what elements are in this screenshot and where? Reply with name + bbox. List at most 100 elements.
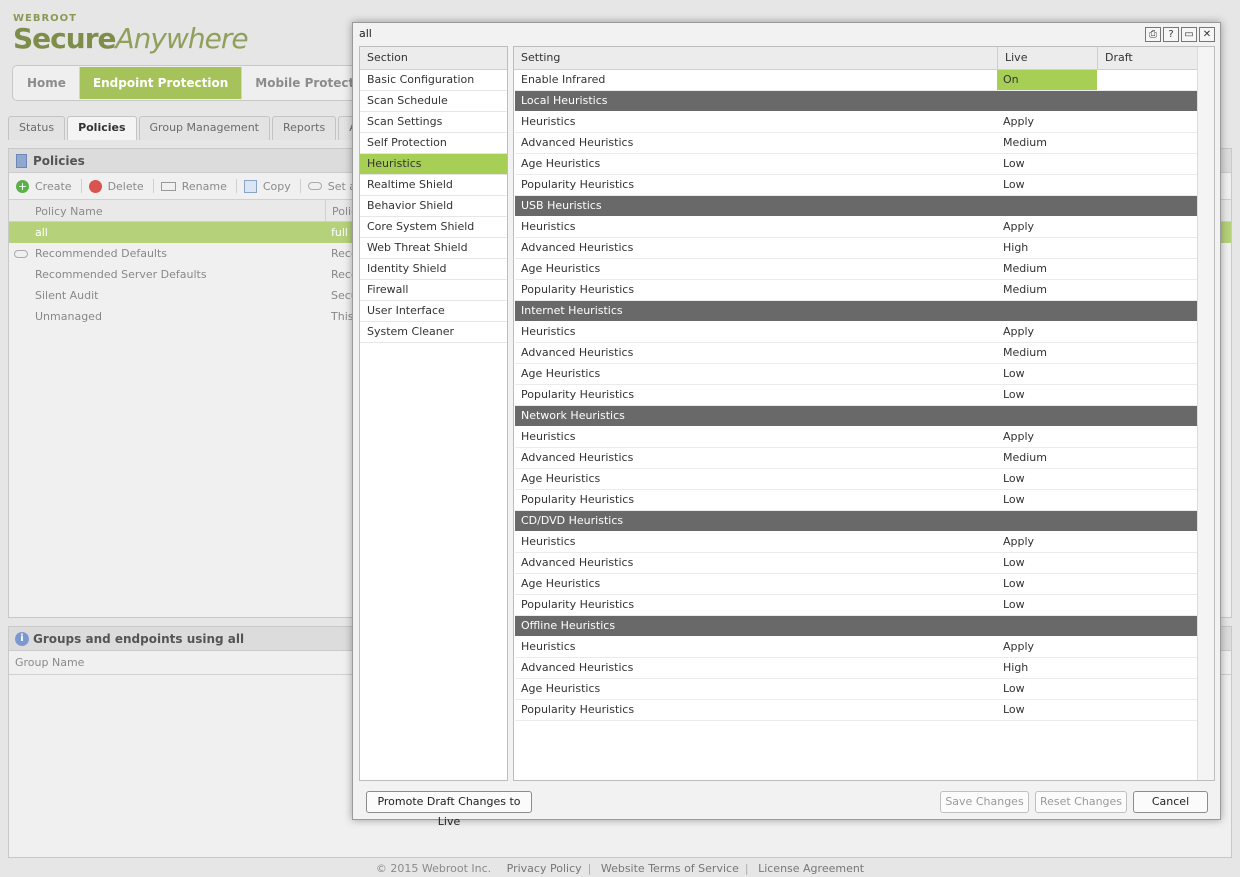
sidebar-item-core-system-shield[interactable]: Core System Shield: [360, 217, 507, 238]
column-setting[interactable]: Setting: [514, 47, 997, 69]
table-row[interactable]: Popularity Heuristics Low: [515, 490, 1197, 511]
table-row[interactable]: Advanced Heuristics Medium: [515, 448, 1197, 469]
help-icon[interactable]: ?: [1163, 27, 1179, 42]
setting-name: Popularity Heuristics: [521, 178, 635, 191]
setting-live-value[interactable]: Low: [997, 469, 1097, 489]
setting-live-value[interactable]: Medium: [997, 280, 1097, 300]
setting-live-value[interactable]: Low: [997, 154, 1097, 174]
setting-live-value[interactable]: Apply advanced...: [997, 112, 1097, 148]
table-row[interactable]: Popularity Heuristics Low: [515, 595, 1197, 616]
setting-live-value[interactable]: Apply advanced...: [997, 217, 1097, 253]
column-live[interactable]: Live: [997, 47, 1097, 69]
setting-live-value[interactable]: Apply advanced...: [997, 637, 1097, 673]
setting-name: Advanced Heuristics: [521, 556, 634, 569]
setting-live-value[interactable]: Apply advanced...: [997, 532, 1097, 568]
settings-group-header: CD/DVD Heuristics: [515, 511, 1197, 532]
sidebar-item-firewall[interactable]: Firewall: [360, 280, 507, 301]
setting-name: Heuristics: [521, 640, 576, 653]
table-row[interactable]: Popularity Heuristics Low: [515, 700, 1197, 721]
sidebar-item-scan-settings[interactable]: Scan Settings: [360, 112, 507, 133]
settings-group-header: Network Heuristics: [515, 406, 1197, 427]
table-row[interactable]: Heuristics Apply advanced...: [515, 217, 1197, 253]
tab-policies[interactable]: Policies: [67, 116, 137, 140]
setting-live-value[interactable]: Medium: [997, 259, 1097, 279]
table-row[interactable]: Age Heuristics Low: [515, 574, 1197, 595]
promote-draft-button[interactable]: Promote Draft Changes to Live: [366, 791, 532, 828]
save-changes-button[interactable]: Save Changes: [940, 791, 1029, 813]
sidebar-item-user-interface[interactable]: User Interface: [360, 301, 507, 322]
table-row[interactable]: Age Heuristics Medium: [515, 259, 1197, 280]
setting-live-value[interactable]: Low: [997, 574, 1097, 594]
table-row[interactable]: Popularity Heuristics Low: [515, 385, 1197, 406]
table-row[interactable]: Age Heuristics Low: [515, 364, 1197, 385]
delete-button[interactable]: Delete: [87, 179, 154, 193]
table-row[interactable]: Advanced Heuristics Low: [515, 553, 1197, 574]
setting-live-value[interactable]: Low: [997, 553, 1097, 573]
setting-live-value[interactable]: Medium: [997, 133, 1097, 153]
setting-live-value[interactable]: Apply advanced...: [997, 427, 1097, 463]
setting-name: Heuristics: [521, 430, 576, 443]
sidebar-item-heuristics[interactable]: Heuristics: [360, 154, 507, 175]
table-row[interactable]: Age Heuristics Low: [515, 154, 1197, 175]
tab-status[interactable]: Status: [8, 116, 66, 140]
setting-live-value[interactable]: Low: [997, 700, 1097, 720]
sidebar-item-self-protection[interactable]: Self Protection: [360, 133, 507, 154]
copy-button[interactable]: Copy: [242, 179, 301, 193]
main-tabs: Home Endpoint Protection Mobile Protecti…: [12, 65, 390, 101]
terms-of-service-link[interactable]: Website Terms of Service: [595, 862, 745, 875]
setting-name: Heuristics: [521, 220, 576, 233]
close-icon[interactable]: ✕: [1199, 27, 1215, 42]
table-row[interactable]: Age Heuristics Low: [515, 469, 1197, 490]
privacy-policy-link[interactable]: Privacy Policy: [501, 862, 588, 875]
create-button[interactable]: + Create: [14, 179, 82, 193]
table-row[interactable]: Heuristics Apply advanced...: [515, 322, 1197, 358]
sidebar-item-identity-shield[interactable]: Identity Shield: [360, 259, 507, 280]
sidebar-item-basic-configuration[interactable]: Basic Configuration: [360, 70, 507, 91]
tab-group-management[interactable]: Group Management: [138, 116, 270, 140]
table-row[interactable]: Age Heuristics Low: [515, 679, 1197, 700]
sidebar-item-system-cleaner[interactable]: System Cleaner: [360, 322, 507, 343]
table-row[interactable]: Popularity Heuristics Low: [515, 175, 1197, 196]
setting-live-value[interactable]: On: [997, 70, 1097, 90]
table-row[interactable]: Enable Infrared On: [515, 70, 1197, 91]
vertical-scrollbar[interactable]: [1197, 47, 1214, 780]
maximize-icon[interactable]: ▭: [1181, 27, 1197, 42]
print-icon[interactable]: ⎙: [1145, 27, 1161, 42]
setting-live-value[interactable]: Low: [997, 595, 1097, 615]
setting-live-value[interactable]: Medium: [997, 448, 1097, 468]
sidebar-item-behavior-shield[interactable]: Behavior Shield: [360, 196, 507, 217]
table-row[interactable]: Advanced Heuristics High: [515, 658, 1197, 679]
table-row[interactable]: Advanced Heuristics Medium: [515, 133, 1197, 154]
setting-live-value[interactable]: Low: [997, 679, 1097, 699]
sidebar-item-web-threat-shield[interactable]: Web Threat Shield: [360, 238, 507, 259]
table-row[interactable]: Heuristics Apply advanced...: [515, 112, 1197, 148]
setting-live-value[interactable]: Apply advanced...: [997, 322, 1097, 358]
setting-name: Heuristics: [521, 115, 576, 128]
setting-live-value[interactable]: Low: [997, 364, 1097, 384]
sidebar-item-realtime-shield[interactable]: Realtime Shield: [360, 175, 507, 196]
rename-button[interactable]: Rename: [159, 179, 237, 193]
setting-live-value[interactable]: High: [997, 238, 1097, 258]
tab-reports[interactable]: Reports: [271, 116, 337, 140]
column-draft[interactable]: Draft: [1097, 47, 1197, 69]
setting-live-value[interactable]: High: [997, 658, 1097, 678]
sidebar-item-scan-schedule[interactable]: Scan Schedule: [360, 91, 507, 112]
license-agreement-link[interactable]: License Agreement: [752, 862, 870, 875]
reset-changes-button[interactable]: Reset Changes: [1035, 791, 1127, 813]
tab-home[interactable]: Home: [14, 67, 80, 99]
setting-live-value[interactable]: Low: [997, 490, 1097, 510]
column-policy-name[interactable]: Policy Name: [35, 200, 103, 223]
setting-live-value[interactable]: Low: [997, 175, 1097, 195]
table-row[interactable]: Heuristics Apply advanced...: [515, 532, 1197, 568]
table-row[interactable]: Popularity Heuristics Medium: [515, 280, 1197, 301]
table-row[interactable]: Heuristics Apply advanced...: [515, 427, 1197, 463]
settings-group-header: Offline Heuristics: [515, 616, 1197, 637]
tab-endpoint-protection[interactable]: Endpoint Protection: [79, 67, 243, 99]
table-row[interactable]: Advanced Heuristics High: [515, 238, 1197, 259]
cancel-button[interactable]: Cancel: [1133, 791, 1208, 813]
setting-live-value[interactable]: Medium: [997, 343, 1097, 363]
setting-live-value[interactable]: Low: [997, 385, 1097, 405]
table-row[interactable]: Advanced Heuristics Medium: [515, 343, 1197, 364]
policies-panel-title: Policies: [33, 154, 85, 168]
table-row[interactable]: Heuristics Apply advanced...: [515, 637, 1197, 673]
